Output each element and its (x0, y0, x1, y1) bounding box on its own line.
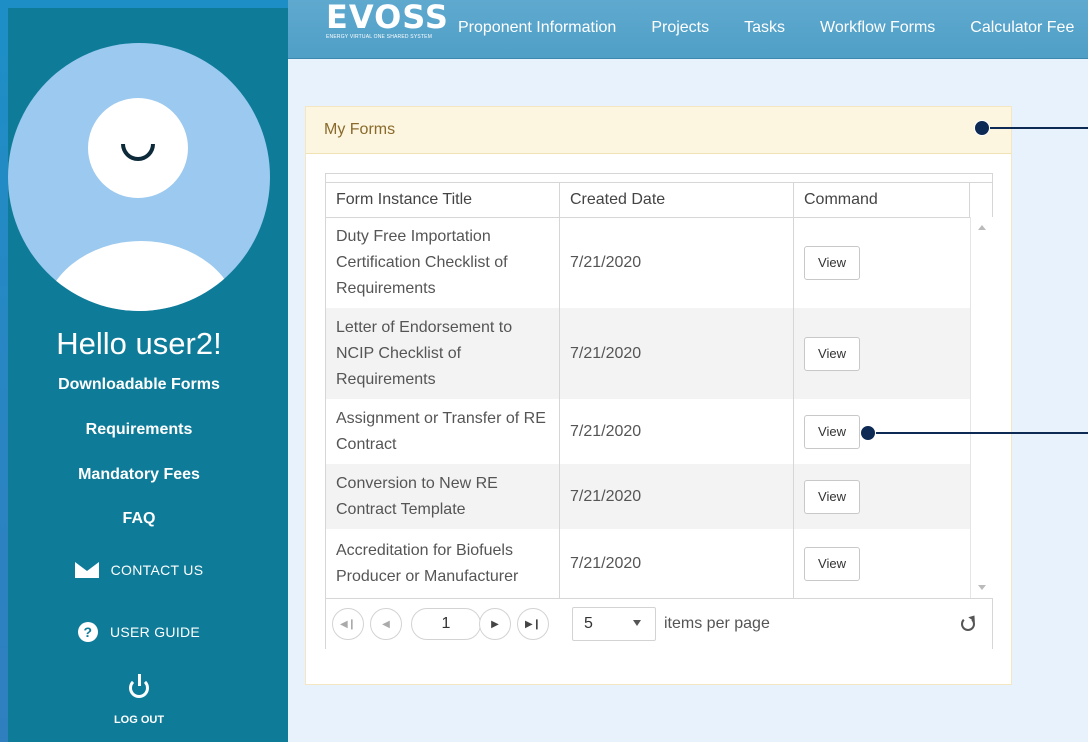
view-button[interactable]: View (804, 414, 860, 449)
avatar-smile (121, 144, 155, 161)
panel-title: My Forms (306, 107, 1011, 154)
avatar-head (88, 98, 188, 198)
row-date: 7/21/2020 (560, 308, 794, 399)
row-title: Duty Free Importation Certification Chec… (326, 217, 560, 308)
callout-dot (860, 425, 876, 441)
column-header-title[interactable]: Form Instance Title (326, 183, 560, 217)
row-title: Conversion to New RE Contract Template (326, 464, 560, 529)
sidebar: Hello user2! Downloadable Forms Requirem… (8, 8, 288, 742)
top-navbar: EVOSS ENERGY VIRTUAL ONE SHARED SYSTEM P… (288, 0, 1088, 59)
logout-label: LOG OUT (113, 714, 165, 726)
sidebar-link-downloadable-forms[interactable]: Downloadable Forms (8, 376, 270, 394)
sidebar-link-faq[interactable]: FAQ (8, 510, 270, 528)
forms-grid: Form Instance Title Created Date Command… (325, 173, 993, 649)
row-title: Letter of Endorsement to NCIP Checklist … (326, 308, 560, 399)
row-title: Assignment or Transfer of RE Contract (326, 399, 560, 464)
nav-projects[interactable]: Projects (651, 19, 709, 37)
column-header-created-date[interactable]: Created Date (560, 183, 794, 217)
grid-header: Form Instance Title Created Date Command (326, 182, 992, 218)
nav-calculator-fee[interactable]: Calculator Fee (970, 19, 1074, 37)
row-date: 7/21/2020 (560, 399, 794, 464)
evoss-logo[interactable]: EVOSS ENERGY VIRTUAL ONE SHARED SYSTEM (326, 0, 448, 48)
power-icon (129, 674, 149, 698)
main-nav: Proponent Information Projects Tasks Wor… (458, 19, 1074, 37)
envelope-icon (74, 562, 99, 578)
row-title: Accreditation for Biofuels Producer or M… (326, 529, 560, 598)
callout-line (990, 127, 1088, 129)
next-page-icon[interactable]: ▶ (479, 608, 511, 640)
user-guide-label: USER GUIDE (109, 624, 201, 640)
callout-dot (974, 120, 990, 136)
avatar (8, 43, 270, 311)
row-date: 7/21/2020 (560, 529, 794, 598)
scroll-down-icon[interactable] (978, 585, 986, 590)
view-button[interactable]: View (804, 546, 860, 581)
view-button[interactable]: View (804, 479, 860, 514)
nav-tasks[interactable]: Tasks (744, 19, 785, 37)
last-page-icon[interactable]: ▶❙ (517, 608, 549, 640)
user-guide-button[interactable]: ? USER GUIDE (8, 622, 270, 642)
grid-pager: ◀❙ ◀ 1 ▶ ▶❙ 5 items per page (326, 598, 992, 649)
sidebar-link-mandatory-fees[interactable]: Mandatory Fees (8, 466, 270, 484)
view-button[interactable]: View (804, 336, 860, 371)
page-number-input[interactable]: 1 (411, 608, 481, 640)
row-date: 7/21/2020 (560, 217, 794, 308)
logout-button[interactable]: LOG OUT (8, 674, 270, 726)
column-header-command[interactable]: Command (794, 183, 970, 217)
avatar-body (43, 241, 239, 311)
previous-page-icon[interactable]: ◀ (370, 608, 402, 640)
question-icon: ? (77, 622, 98, 642)
row-date: 7/21/2020 (560, 464, 794, 529)
nav-workflow-forms[interactable]: Workflow Forms (820, 19, 935, 37)
table-row: Letter of Endorsement to NCIP Checklist … (326, 308, 970, 399)
page-size-select[interactable]: 5 (572, 607, 656, 641)
callout-line (870, 432, 1088, 434)
table-row: Accreditation for Biofuels Producer or M… (326, 529, 970, 598)
contact-us-label: CONTACT US (110, 562, 204, 578)
nav-proponent-information[interactable]: Proponent Information (458, 19, 616, 37)
refresh-icon[interactable] (960, 613, 978, 631)
first-page-icon[interactable]: ◀❙ (332, 608, 364, 640)
chevron-down-icon (633, 620, 641, 626)
grid-scrollbar[interactable] (970, 217, 993, 598)
scroll-up-icon[interactable] (978, 225, 986, 230)
greeting-text: Hello user2! (56, 326, 222, 361)
my-forms-panel: My Forms Form Instance Title Created Dat… (305, 106, 1012, 685)
view-button[interactable]: View (804, 245, 860, 280)
sidebar-link-requirements[interactable]: Requirements (8, 421, 270, 439)
contact-us-button[interactable]: CONTACT US (8, 562, 270, 578)
main-content: My Forms Form Instance Title Created Dat… (288, 59, 1088, 742)
items-per-page-label: items per page (664, 615, 770, 632)
table-row: Duty Free Importation Certification Chec… (326, 217, 970, 308)
table-row: Conversion to New RE Contract Template 7… (326, 464, 970, 529)
